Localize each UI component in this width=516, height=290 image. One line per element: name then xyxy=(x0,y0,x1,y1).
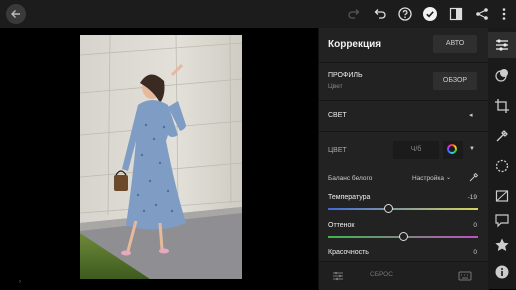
chevron-down-icon[interactable]: ⌄ xyxy=(446,174,451,181)
photo[interactable] xyxy=(80,35,242,279)
vibrance-value: 0 xyxy=(473,249,477,256)
bw-button[interactable]: Ч/б xyxy=(393,141,439,159)
divider xyxy=(319,62,489,63)
top-toolbar xyxy=(0,0,516,28)
sliders-icon[interactable] xyxy=(494,37,510,53)
tool-rail xyxy=(488,28,516,289)
reset-button[interactable]: СБРОС xyxy=(370,271,393,278)
photo-image xyxy=(80,35,242,279)
divider xyxy=(319,100,489,101)
presets-icon[interactable] xyxy=(494,67,510,83)
tint-knob[interactable] xyxy=(398,232,408,241)
photo-canvas[interactable]: › xyxy=(0,28,318,289)
tint-value: 0 xyxy=(473,222,477,229)
color-section-header: ЦВЕТ xyxy=(328,147,347,154)
temperature-knob[interactable] xyxy=(384,204,394,213)
vibrance-label: Красочность xyxy=(328,249,369,256)
edit-panel: Коррекция АВТО ПРОФИЛЬ Цвет ОБЗОР СВЕТ ◂… xyxy=(318,28,489,290)
undo-icon[interactable] xyxy=(372,6,388,22)
info-icon[interactable] xyxy=(494,264,510,280)
share-icon[interactable] xyxy=(474,6,490,22)
panel-bottom-bar: СБРОС xyxy=(319,261,489,290)
crop-icon[interactable] xyxy=(494,98,510,114)
divider xyxy=(319,131,489,132)
tint-label: Оттенок xyxy=(328,222,355,229)
back-button[interactable] xyxy=(6,4,26,24)
before-after-icon[interactable] xyxy=(448,6,464,22)
arrow-left-icon xyxy=(11,10,20,18)
auto-button[interactable]: АВТО xyxy=(433,35,477,53)
checkmark-icon[interactable] xyxy=(422,6,438,22)
color-wheel-icon xyxy=(447,144,457,154)
chevron-down-icon[interactable]: ▼ xyxy=(469,146,475,152)
browse-button[interactable]: ОБЗОР xyxy=(433,72,477,90)
temperature-track[interactable] xyxy=(328,208,478,210)
white-balance-label: Баланс белого xyxy=(328,175,373,182)
color-mix-button[interactable] xyxy=(443,141,463,159)
canvas-marker: › xyxy=(19,279,21,285)
light-section-header[interactable]: СВЕТ xyxy=(328,112,347,119)
presets-adjust-icon[interactable] xyxy=(332,270,344,282)
eyedropper-icon[interactable] xyxy=(469,172,479,182)
profile-label: ПРОФИЛЬ xyxy=(328,72,363,79)
chevron-left-icon[interactable]: ◂ xyxy=(469,111,473,119)
temperature-value: -19 xyxy=(467,194,477,201)
healing-brush-icon[interactable] xyxy=(494,128,510,144)
more-vertical-icon[interactable] xyxy=(496,6,512,22)
panel-title: Коррекция xyxy=(328,39,382,50)
temperature-label: Температура xyxy=(328,194,371,201)
profile-value: Цвет xyxy=(328,83,343,90)
keyboard-icon[interactable] xyxy=(458,270,472,282)
selective-icon[interactable] xyxy=(494,158,510,174)
comments-icon[interactable] xyxy=(494,212,510,228)
white-balance-select[interactable]: Настройка xyxy=(412,175,444,182)
redo-icon[interactable] xyxy=(346,6,362,22)
star-icon[interactable] xyxy=(494,237,510,253)
optics-icon[interactable] xyxy=(494,188,510,204)
help-circle-icon[interactable] xyxy=(397,6,413,22)
